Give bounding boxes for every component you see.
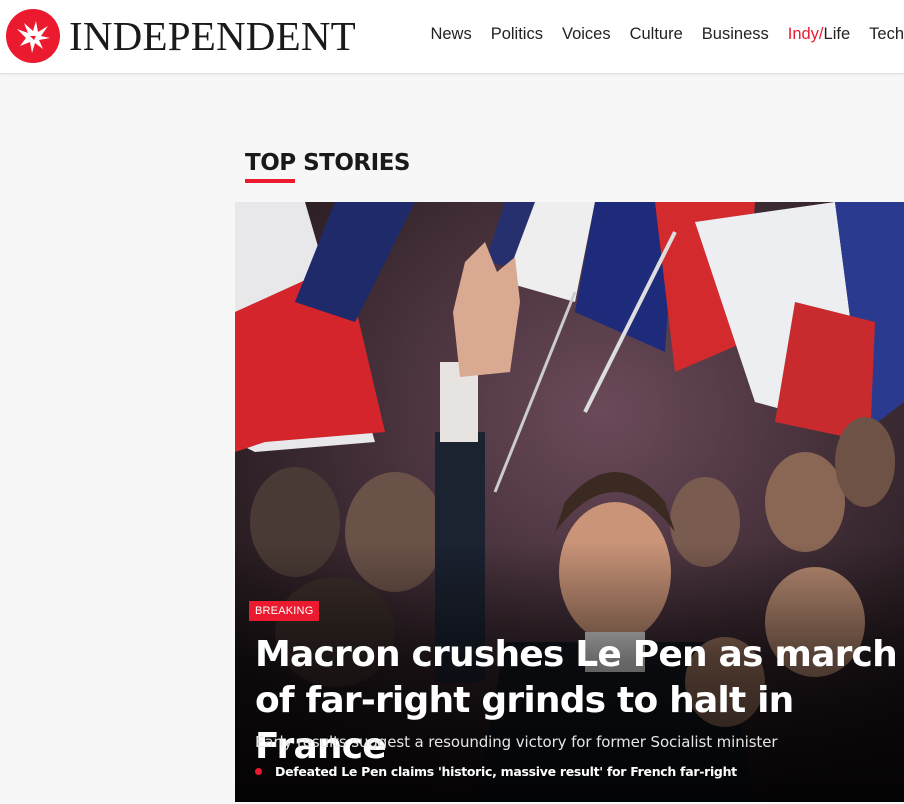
nav-item-business[interactable]: Business bbox=[702, 25, 769, 44]
nav-item-news[interactable]: News bbox=[430, 25, 471, 44]
nav-item-indy-life[interactable]: Indy/Life bbox=[788, 25, 850, 44]
related-story-text: Defeated Le Pen claims 'historic, massiv… bbox=[275, 764, 737, 779]
bullet-icon bbox=[255, 768, 262, 775]
site-header: INDEPENDENT News Politics Voices Culture… bbox=[0, 0, 904, 74]
section-title-rest: STORIES bbox=[295, 150, 410, 176]
eagle-logo-icon bbox=[6, 9, 60, 63]
main-nav: News Politics Voices Culture Business In… bbox=[411, 0, 904, 68]
nav-item-voices[interactable]: Voices bbox=[562, 25, 611, 44]
lead-story-card[interactable]: BREAKING Macron crushes Le Pen as march … bbox=[235, 202, 904, 802]
breaking-badge: BREAKING bbox=[249, 601, 320, 621]
logo[interactable]: INDEPENDENT bbox=[6, 8, 356, 64]
section-title: TOP STORIES bbox=[245, 150, 410, 183]
section-title-accent: TOP bbox=[245, 150, 296, 176]
nav-item-culture[interactable]: Culture bbox=[630, 25, 683, 44]
lead-story-standfirst: Early results suggest a resounding victo… bbox=[255, 733, 778, 751]
logo-wordmark: INDEPENDENT bbox=[69, 12, 356, 59]
section-title-underline bbox=[245, 179, 295, 183]
nav-item-indy-life-accent: Indy/ bbox=[787, 24, 824, 43]
nav-item-tech[interactable]: Tech bbox=[869, 25, 904, 44]
nav-item-indy-life-rest: Life bbox=[823, 24, 851, 43]
nav-item-politics[interactable]: Politics bbox=[491, 25, 543, 44]
related-story-link[interactable]: Defeated Le Pen claims 'historic, massiv… bbox=[255, 764, 737, 779]
